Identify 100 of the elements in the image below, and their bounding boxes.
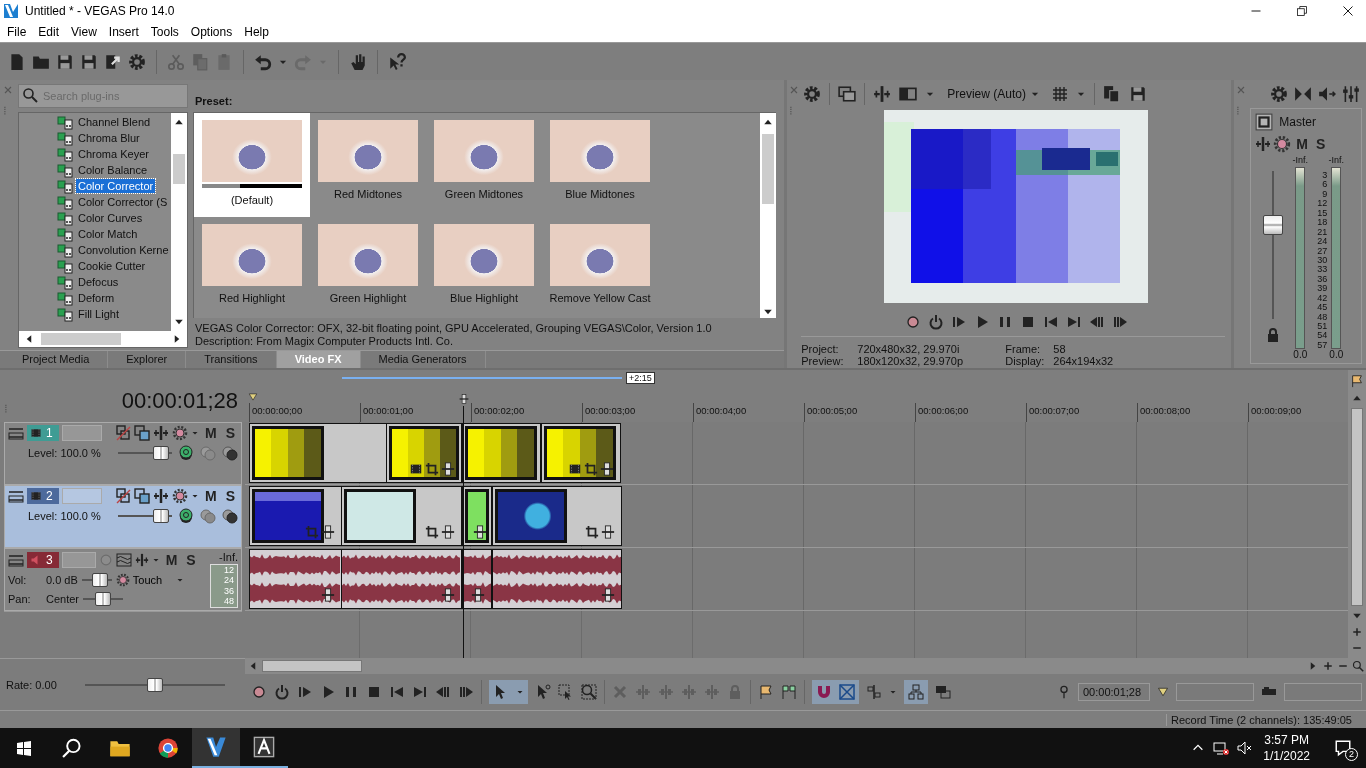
mute-button[interactable]: M [202,425,220,441]
plugin-item[interactable]: Color Balance [76,163,150,177]
plugin-item[interactable]: Color Match [76,227,140,241]
meter-scale-label: 6 [1321,180,1328,189]
info-label: Preview: [801,355,845,367]
plugin-item[interactable]: Color Curves [76,211,145,225]
plugin-description: Description: From Magix Computer Products Intl. Co. [195,335,453,347]
info-label: Display: [1005,355,1046,367]
meter-scale-label: 39 [1316,284,1328,293]
plugin-item[interactable]: Deform [76,291,117,305]
cursor-time-field[interactable]: 00:00:01;28 [1078,683,1150,701]
ruler-time-label: 00:00:04;00 [696,405,747,416]
volume-label: Vol: [8,574,27,586]
preset-label: (Default) [230,194,274,206]
meter-scale-label: 57 [1316,340,1328,349]
track-header[interactable]: 3 M S Vol: 0.0 dB Touch Pan: Center -Inf. 12 24 36 48 [4,548,242,611]
master-title: Master [1279,115,1316,129]
menu-item[interactable]: Edit [32,23,66,41]
menu-item[interactable]: File [1,23,33,41]
plugin-item[interactable]: Cookie Cutter [76,259,148,273]
track-number: 3 [46,553,53,567]
level-label: Level: 100.0 % [28,510,101,522]
plugin-item[interactable]: Convolution Kerne [76,243,171,257]
preset-label: Red Midtones [334,188,402,200]
solo-button[interactable]: S [183,552,199,568]
solo-button[interactable]: S [1312,136,1329,152]
rate-label: Rate: 0.00 [6,678,57,691]
meter-scale-label: 24 [1316,237,1328,246]
meter-scale-label: 33 [1316,265,1328,274]
meter-scale-label: 42 [1316,293,1328,302]
taskbar-time: 3:57 PM [1264,732,1309,748]
plugin-item[interactable]: Chroma Keyer [76,147,151,161]
preview-quality-dropdown[interactable]: Preview (Auto) [943,87,1044,101]
level-label: Level: 100.0 % [28,447,101,459]
plugin-description: VEGAS Color Corrector: OFX, 32-bit floating point, GPU Accelerated, Grouping VEGAS\Color, Version 1.0 [195,322,712,334]
mute-button[interactable]: M [202,488,220,504]
solo-button[interactable]: S [222,488,238,504]
meter-scale-label: 36 [1316,274,1328,283]
meter-scale-label: 15 [1316,208,1328,217]
preset-tile[interactable]: Remove Yellow Cast [542,217,658,318]
plugin-item[interactable]: Defocus [76,275,121,289]
track-header[interactable]: 2 M S Level: 100.0 % [4,485,242,548]
mute-button[interactable]: M [1293,136,1311,152]
solo-button[interactable]: S [222,425,238,441]
preset-label: Blue Highlight [450,292,518,304]
preset-tile[interactable]: Blue Midtones [542,113,658,217]
menu-item[interactable]: Options [184,23,239,41]
window-title: Untitled * - VEGAS Pro 14.0 [25,4,175,18]
info-label: Frame: [1005,343,1042,355]
menu-item[interactable]: View [65,23,103,41]
ruler-time-label: 00:00:02;00 [474,405,525,416]
ruler-time-label: 00:00:00;00 [252,405,303,416]
preset-tile[interactable]: Blue Highlight [426,217,542,318]
ruler-time-label: 00:00:08;00 [1140,405,1191,416]
track-number: 1 [46,426,53,440]
preset-tile[interactable]: Red Midtones [310,113,426,217]
plugin-item[interactable]: Color Corrector [76,179,156,193]
meter-scale-label: 9 [1321,189,1328,198]
preset-tile[interactable]: Red Highlight [194,217,310,318]
meter-scale-label: 30 [1316,255,1328,264]
menu-item[interactable]: Insert [102,23,145,41]
preset-heading: Preset: [195,95,233,107]
pan-value: Center [46,593,80,605]
plugin-item[interactable]: Color Corrector (S [76,195,170,209]
loop-length-label: +2:15 [626,372,655,384]
info-label: Project: [801,343,840,355]
plugin-item[interactable]: Chroma Blur [76,131,142,145]
ruler-time-label: 00:00:07;00 [1029,405,1080,416]
menu-item[interactable]: Help [238,23,275,41]
meter-scale-label: 45 [1316,303,1328,312]
meter-reading: 0.0 [1293,349,1308,361]
mute-button[interactable]: M [162,552,181,568]
ruler-time-label: 00:00:06;00 [918,405,969,416]
track-header[interactable]: 1 M S Level: 100.0 % [4,422,242,485]
meter-scale-label: 27 [1316,246,1328,255]
automation-dropdown[interactable]: Touch [115,573,185,587]
preset-tile[interactable]: Green Midtones [426,113,542,217]
preset-label: Red Highlight [218,292,285,304]
taskbar-date: 1/1/2022 [1263,748,1310,764]
ruler-time-label: 00:00:09;00 [1251,405,1302,416]
plugin-item[interactable]: Fill Light [76,307,121,321]
ruler-time-label: 00:00:05;00 [807,405,858,416]
preset-label: Green Highlight [329,292,407,304]
info-value: 720x480x32, 29.970i [857,343,961,355]
meter-scale-label: 48 [224,597,234,606]
status-text: Record Time (2 channels): 135:49:05 [1166,713,1366,726]
preset-label: Green Midtones [444,188,524,200]
meter-scale-label: 21 [1316,227,1328,236]
menu-item[interactable]: Tools [144,23,185,41]
meter-scale-label: 51 [1316,322,1328,330]
preset-tile[interactable]: Green Highlight [310,217,426,318]
meter-peak: -Inf. [219,551,238,563]
meter-scale-label: 12 [1316,199,1328,208]
track-number: 2 [46,489,53,503]
meter-peak: -Inf. [1292,155,1309,167]
plugin-item[interactable]: Channel Blend [76,115,153,129]
notification-count: 2 [1345,748,1358,761]
meter-scale-label: 36 [224,586,234,596]
volume-value: 0.0 dB [46,574,78,586]
preset-tile[interactable]: (Default) [194,113,310,217]
